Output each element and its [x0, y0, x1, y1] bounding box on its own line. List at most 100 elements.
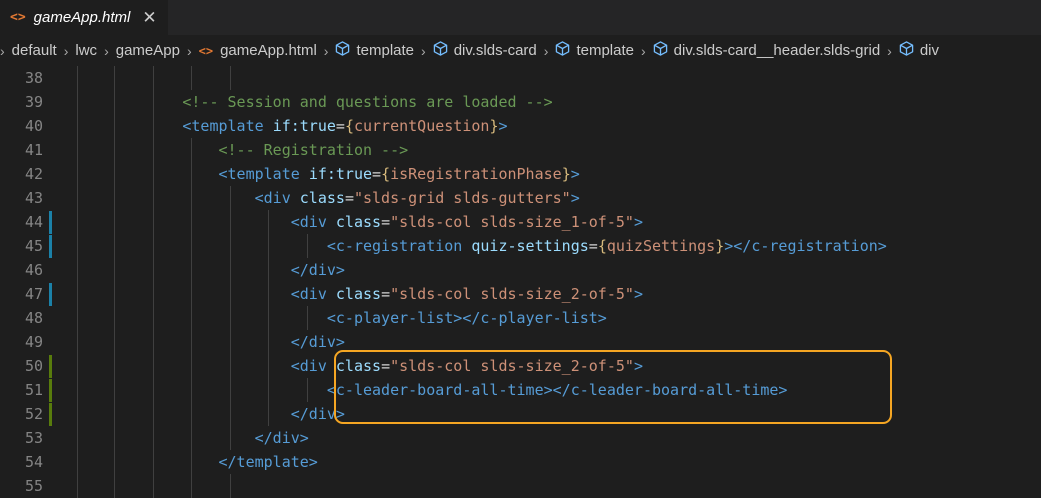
- indent-guide: [191, 426, 192, 450]
- code-token: >: [633, 213, 643, 231]
- indent-guide: [114, 114, 115, 138]
- line-number: 39: [24, 93, 43, 111]
- indent-guide: [114, 258, 115, 282]
- indent-guide: [191, 354, 192, 378]
- indent-guide: [191, 402, 192, 426]
- breadcrumb-label: template: [356, 42, 415, 59]
- code-line[interactable]: 42 <template if:true={isRegistrationPhas…: [0, 162, 1041, 186]
- code-token: quiz-settings: [471, 237, 589, 255]
- indent-guide: [268, 234, 269, 258]
- line-number: 48: [24, 309, 43, 327]
- indent-guide: [230, 234, 231, 258]
- code-token: <template: [182, 117, 264, 135]
- breadcrumb-item[interactable]: div.slds-card__header.slds-grid: [653, 41, 881, 60]
- breadcrumb-label: div: [919, 42, 940, 59]
- indent-guide: [77, 210, 78, 234]
- code-token: <c-player-list></c-player-list>: [326, 309, 607, 327]
- code-text: <template if:true={currentQuestion}>: [74, 114, 507, 138]
- breadcrumb-item[interactable]: template: [555, 41, 634, 60]
- code-token: {: [381, 165, 391, 183]
- code-token: {: [597, 237, 607, 255]
- code-line[interactable]: 47 <div class="slds-col slds-size_2-of-5…: [0, 282, 1041, 306]
- code-line[interactable]: 43 <div class="slds-grid slds-gutters">: [0, 186, 1041, 210]
- indent-guide: [153, 162, 154, 186]
- indent-guide: [230, 258, 231, 282]
- code-line[interactable]: 40 <template if:true={currentQuestion}>: [0, 114, 1041, 138]
- line-number: 55: [24, 477, 43, 495]
- code-line[interactable]: 53 </div>: [0, 426, 1041, 450]
- line-number: 41: [24, 141, 43, 159]
- indent-guide: [77, 426, 78, 450]
- code-line[interactable]: 41 <!-- Registration -->: [0, 138, 1041, 162]
- indent-guide: [191, 210, 192, 234]
- indent-guide: [191, 306, 192, 330]
- breadcrumb-item[interactable]: div.slds-card: [433, 41, 537, 60]
- code-token: ></c-registration>: [724, 237, 887, 255]
- code-editor[interactable]: 38 39 <!-- Session and questions are load…: [0, 66, 1041, 498]
- line-number: 54: [24, 453, 43, 471]
- breadcrumb-item[interactable]: gameApp: [116, 42, 180, 59]
- code-token: currentQuestion: [353, 117, 490, 135]
- code-line[interactable]: 38: [0, 66, 1041, 90]
- indent-guide: [307, 378, 308, 402]
- indent-guide: [191, 450, 192, 474]
- indent-guide: [268, 258, 269, 282]
- breadcrumb-item[interactable]: default: [12, 42, 57, 59]
- breadcrumb-label: div.slds-card__header.slds-grid: [673, 42, 881, 59]
- code-line[interactable]: 45 <c-registration quiz-settings={quizSe…: [0, 234, 1041, 258]
- indent-guide: [307, 306, 308, 330]
- breadcrumb-item[interactable]: template: [335, 41, 414, 60]
- indent-guide: [191, 258, 192, 282]
- code-line[interactable]: 48 <c-player-list></c-player-list>: [0, 306, 1041, 330]
- code-token: >: [570, 165, 580, 183]
- gutter-modified-marker: [49, 283, 52, 306]
- breadcrumb-item[interactable]: lwc: [75, 42, 97, 59]
- indent-guide: [77, 474, 78, 498]
- code-token: =: [588, 237, 598, 255]
- indent-guide: [230, 474, 231, 498]
- gutter-added-marker: [49, 403, 52, 426]
- indent-guide: [230, 402, 231, 426]
- indent-guide: [114, 426, 115, 450]
- code-token: <div: [290, 357, 327, 375]
- indent-guide: [77, 330, 78, 354]
- html-icon: <>: [198, 43, 214, 58]
- breadcrumb-item[interactable]: div: [899, 41, 939, 60]
- code-line[interactable]: 39 <!-- Session and questions are loaded…: [0, 90, 1041, 114]
- indent-guide: [77, 114, 78, 138]
- code-token: </div>: [290, 333, 345, 351]
- breadcrumb-label: div.slds-card: [453, 42, 537, 59]
- indent-guide: [230, 66, 231, 90]
- code-line[interactable]: 55: [0, 474, 1041, 498]
- indent-guide: [153, 378, 154, 402]
- breadcrumb-label: default: [11, 42, 57, 59]
- code-token: "slds-col slds-size_1-of-5": [390, 213, 634, 231]
- code-line[interactable]: 54 </template>: [0, 450, 1041, 474]
- indent-guide: [77, 186, 78, 210]
- breadcrumb: › default › lwc › gameApp › <> gameApp.html › temp…: [0, 35, 1041, 66]
- code-token: =: [344, 189, 354, 207]
- line-number: 44: [24, 213, 43, 231]
- close-icon[interactable]: ✕: [142, 8, 156, 28]
- line-number: 49: [24, 333, 43, 351]
- tab-gameapp-html[interactable]: <> gameApp.html ✕: [0, 0, 168, 35]
- indent-guide: [268, 378, 269, 402]
- chevron-right-icon: ›: [104, 42, 109, 59]
- indent-guide: [153, 306, 154, 330]
- cube-icon: [555, 41, 570, 60]
- indent-guide: [114, 186, 115, 210]
- code-token: <div: [290, 213, 327, 231]
- code-line[interactable]: 46 </div>: [0, 258, 1041, 282]
- indent-guide: [191, 186, 192, 210]
- code-token: </div>: [290, 261, 345, 279]
- gutter-added-marker: [49, 355, 52, 378]
- indent-guide: [153, 210, 154, 234]
- code-token: >: [570, 189, 580, 207]
- breadcrumb-item[interactable]: <> gameApp.html: [199, 42, 317, 59]
- line-number: 47: [24, 285, 43, 303]
- indent-guide: [230, 354, 231, 378]
- code-line[interactable]: 44 <div class="slds-col slds-size_1-of-5…: [0, 210, 1041, 234]
- indent-guide: [114, 330, 115, 354]
